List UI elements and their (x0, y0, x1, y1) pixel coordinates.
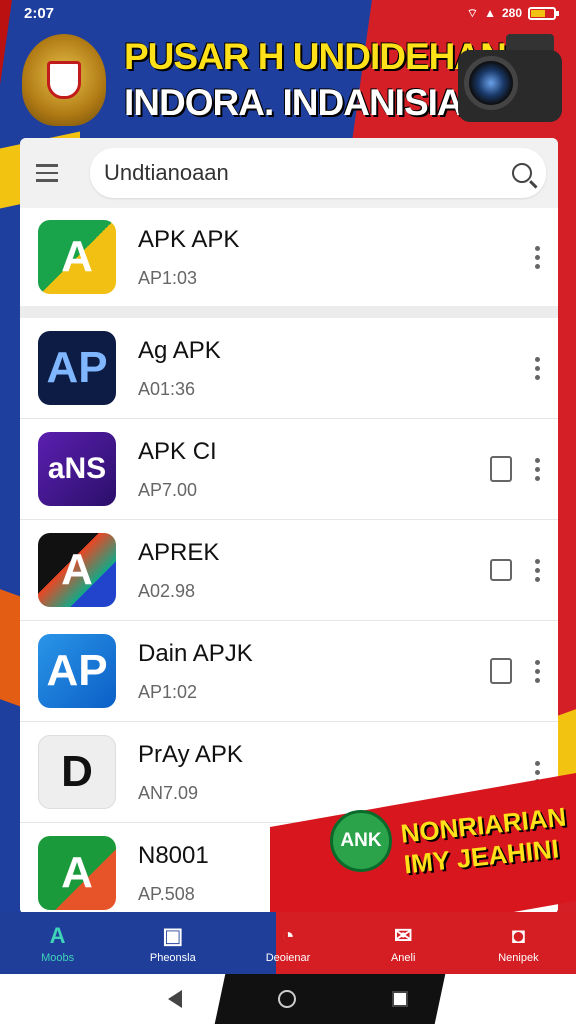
status-time: 2:07 (24, 4, 55, 22)
list-item[interactable]: AP Dain APJK AP1:02 (20, 621, 558, 722)
app-icon: A (38, 533, 116, 607)
bottom-navigation: A Moobs ▣ Pheonsla ◔ Deoienar ✉ Aneli ◘ … (0, 912, 576, 974)
app-icon: D (38, 735, 116, 809)
app-icon: AP (38, 331, 116, 405)
app-version: AP1:03 (138, 267, 198, 288)
list-item[interactable]: AP Ag APK A01:36 (20, 318, 558, 419)
list-item[interactable]: A APK APK AP1:03 (20, 208, 558, 306)
device-icon[interactable] (490, 456, 512, 482)
app-name: APREK (138, 538, 220, 566)
more-options-icon[interactable] (534, 457, 540, 481)
wifi-icon: ⌔ (466, 5, 479, 20)
nav-item-pheonsla[interactable]: ▣ Pheonsla (115, 912, 230, 974)
apk-badge-icon: ANK (330, 810, 392, 873)
battery-text: 280 (501, 6, 522, 20)
app-name: Dain APJK (138, 639, 253, 667)
nav-label: Nenipek (498, 951, 539, 964)
system-navigation-bar (0, 974, 576, 1024)
search-box[interactable] (90, 148, 546, 198)
home-icon[interactable] (278, 990, 296, 1008)
app-version: AP7.00 (138, 479, 198, 500)
more-options-icon[interactable] (534, 558, 540, 582)
more-options-icon[interactable] (534, 245, 540, 269)
nav-label: Deoienar (265, 951, 311, 964)
app-version: A01:36 (138, 378, 196, 399)
list-item[interactable]: aNS APK CI AP7.00 (20, 419, 558, 520)
signal-icon: ▲ (484, 6, 496, 20)
compass-icon: ◔ (281, 922, 295, 948)
back-icon[interactable] (168, 990, 182, 1008)
search-bar (20, 138, 558, 208)
nav-item-aneli[interactable]: ✉ Aneli (346, 912, 461, 974)
nav-item-deoienar[interactable]: ◔ Deoienar (230, 912, 345, 974)
camera-icon (446, 30, 572, 142)
more-options-icon[interactable] (534, 659, 540, 683)
nav-item-moobs[interactable]: A Moobs (0, 912, 115, 974)
battery-icon (528, 6, 559, 20)
list-item[interactable]: A APREK A02.98 (20, 520, 558, 621)
app-version: AP1:02 (138, 681, 198, 702)
app-version: A02.98 (138, 580, 196, 601)
info-icon[interactable] (490, 559, 512, 581)
bag-icon: ◘ (511, 922, 526, 948)
status-bar: 2:07 ⌔ ▲ 280 (0, 0, 576, 26)
menu-icon[interactable] (36, 164, 64, 182)
box-icon: ▣ (162, 922, 184, 948)
app-icon: A (38, 220, 116, 294)
nav-label: Aneli (390, 951, 416, 964)
app-icon: A (38, 836, 116, 910)
mail-icon: ✉ (393, 922, 413, 948)
apps-icon: A (49, 922, 66, 948)
search-input[interactable] (104, 160, 512, 186)
search-icon[interactable] (512, 163, 532, 183)
garuda-emblem-icon (22, 34, 106, 126)
more-options-icon[interactable] (534, 356, 540, 380)
app-name: PrAy APK (138, 740, 243, 768)
app-name: Ag APK (138, 336, 221, 364)
promo-content[interactable]: ANK NONRIARIAN IMY JEAHINI (330, 801, 568, 880)
app-icon: aNS (38, 432, 116, 506)
app-name: APK CI (138, 437, 217, 465)
status-icons: ⌔ ▲ 280 (466, 5, 559, 21)
nav-label: Pheonsla (149, 951, 196, 964)
recents-icon[interactable] (392, 991, 408, 1007)
section-divider (20, 306, 558, 318)
app-icon: AP (38, 634, 116, 708)
nav-item-nenipek[interactable]: ◘ Nenipek (461, 912, 576, 974)
app-name: APK APK (138, 225, 240, 253)
bag-icon[interactable] (490, 658, 512, 684)
nav-label: Moobs (41, 951, 75, 964)
